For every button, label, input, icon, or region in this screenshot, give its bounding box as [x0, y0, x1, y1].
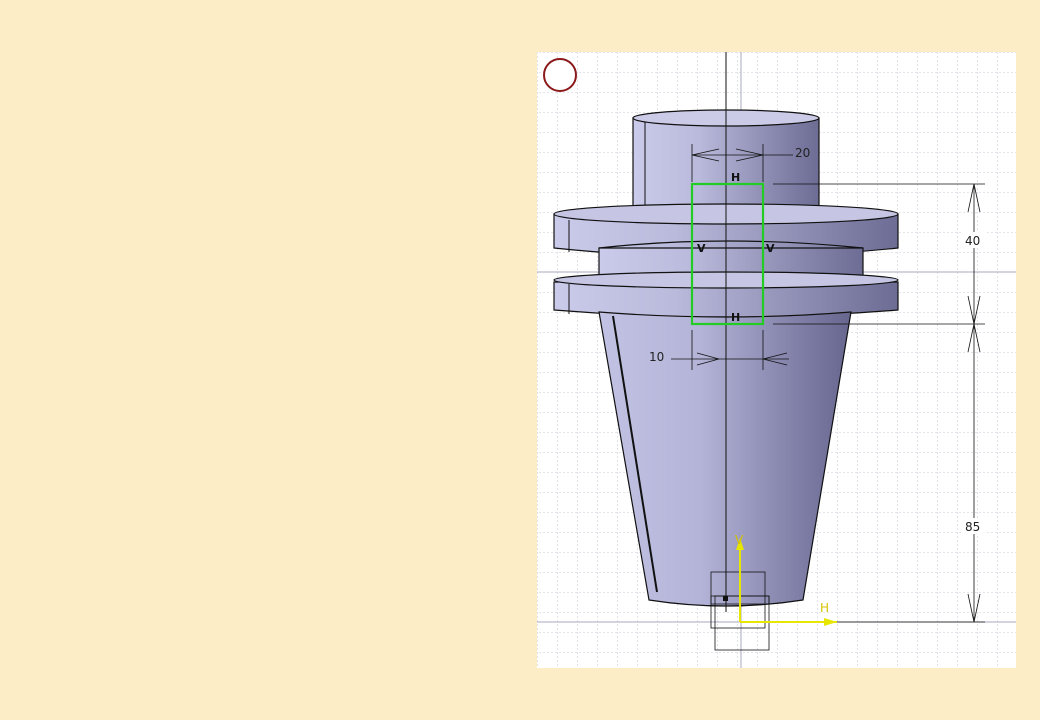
dimension-value: 20	[795, 146, 810, 160]
horizontal-constraint-top[interactable]: H	[731, 171, 740, 184]
vertical-constraint-right[interactable]: V	[766, 242, 775, 255]
dimension-value: 10	[649, 350, 664, 364]
vertical-constraint-left[interactable]: V	[697, 242, 706, 255]
dimension-value: 85	[965, 520, 980, 534]
axis-label-v: V	[735, 533, 744, 547]
axis-label-h: H	[820, 601, 829, 615]
indicator-ring[interactable]	[543, 58, 577, 92]
sketch-canvas[interactable]: 20 10 40 85 H H V V H V	[537, 52, 1016, 668]
dimension-value: 40	[965, 234, 980, 248]
horizontal-constraint-bottom[interactable]: H	[731, 311, 740, 324]
sketcher-viewport[interactable]: 20 10 40 85 H H V V H V	[537, 52, 1016, 668]
